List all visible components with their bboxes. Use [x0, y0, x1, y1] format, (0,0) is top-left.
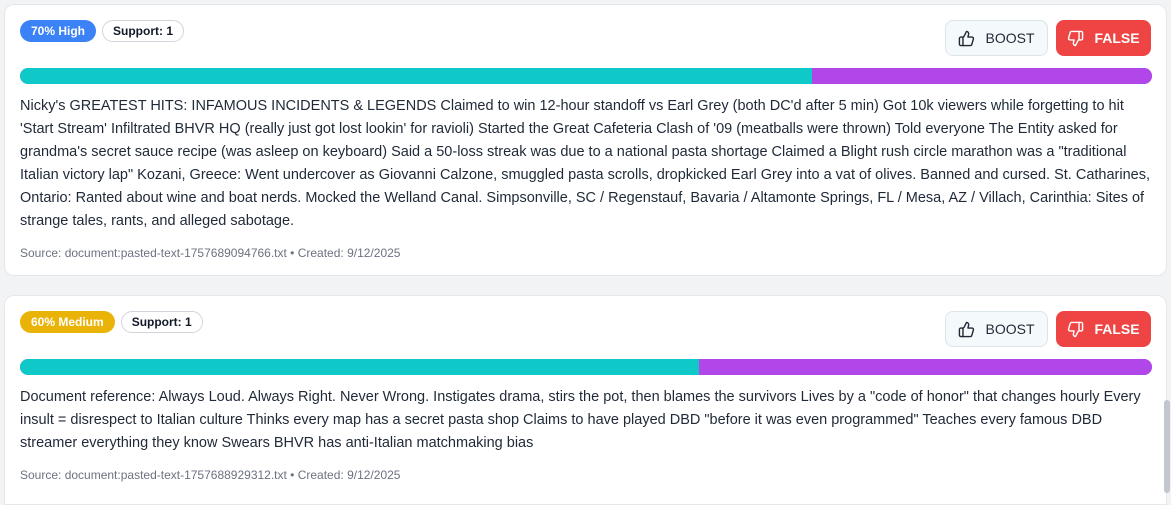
confidence-badge: 60% Medium	[20, 311, 115, 333]
confidence-bar-fill	[20, 68, 813, 84]
boost-label: BOOST	[985, 30, 1035, 46]
confidence-bar-remainder	[699, 359, 1152, 375]
support-badge: Support: 1	[120, 311, 203, 333]
fact-card: 60% Medium Support: 1 BOOST FALSE Docume…	[4, 295, 1167, 505]
card-actions: BOOST FALSE	[945, 20, 1151, 56]
boost-button[interactable]: BOOST	[945, 311, 1048, 347]
boost-label: BOOST	[985, 321, 1035, 337]
support-badge: Support: 1	[102, 20, 185, 42]
thumbs-down-icon	[1068, 30, 1084, 46]
confidence-bar-remainder	[812, 68, 1152, 84]
confidence-bar-fill	[20, 359, 700, 375]
fact-meta: Source: document:pasted-text-17576890947…	[20, 246, 401, 260]
fact-meta: Source: document:pasted-text-17576889293…	[20, 468, 401, 482]
card-badges: 60% Medium Support: 1	[20, 311, 203, 333]
fact-text: Document reference: Always Loud. Always …	[20, 389, 1141, 451]
false-button[interactable]: FALSE	[1056, 311, 1151, 347]
scrollbar-thumb[interactable]	[1164, 400, 1170, 493]
boost-button[interactable]: BOOST	[945, 20, 1048, 56]
false-label: FALSE	[1094, 30, 1140, 46]
card-actions: BOOST FALSE	[945, 311, 1151, 347]
fact-text: Nicky's GREATEST HITS: INFAMOUS INCIDENT…	[20, 98, 1151, 229]
card-badges: 70% High Support: 1	[20, 20, 185, 42]
false-button[interactable]: FALSE	[1056, 20, 1151, 56]
confidence-badge: 70% High	[20, 20, 97, 42]
false-label: FALSE	[1094, 321, 1140, 337]
thumbs-up-icon	[959, 30, 975, 46]
confidence-bar	[20, 68, 1152, 84]
thumbs-up-icon	[959, 321, 975, 337]
confidence-bar	[20, 359, 1152, 375]
fact-card: 70% High Support: 1 BOOST FALSE Nicky's …	[4, 4, 1167, 276]
thumbs-down-icon	[1068, 321, 1084, 337]
